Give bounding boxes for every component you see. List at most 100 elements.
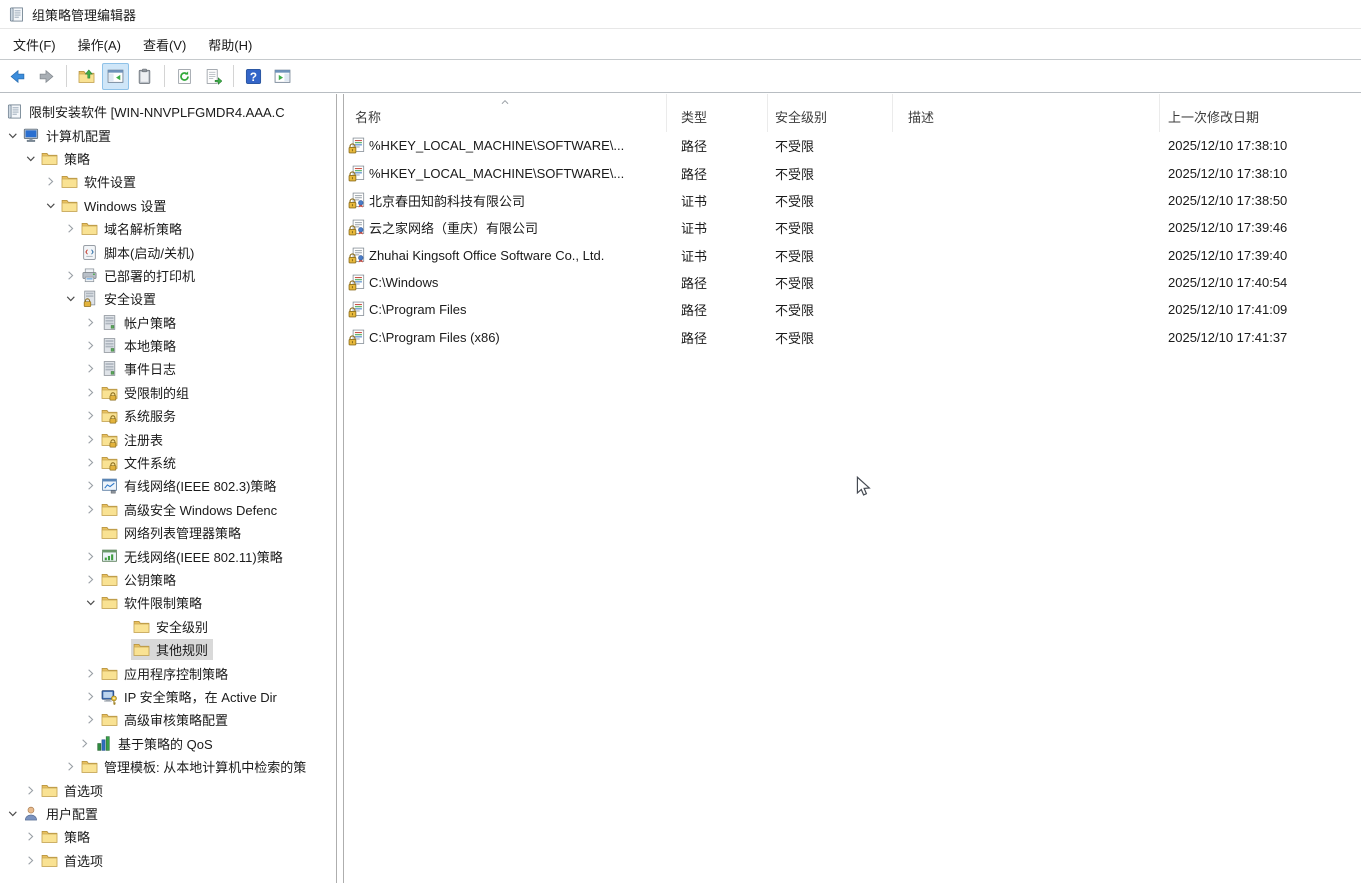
tree-item[interactable]: 脚本(启动/关机) bbox=[0, 240, 336, 263]
tree-expander-closed[interactable] bbox=[82, 477, 99, 494]
tree-item[interactable]: 安全级别 bbox=[0, 615, 336, 638]
tree-item[interactable]: 策略 bbox=[0, 147, 336, 170]
table-row[interactable]: C:\Program Files 路径 不受限 2025/12/10 17:41:09 bbox=[344, 296, 1361, 323]
table-row[interactable]: 云之家网络（重庆）有限公司 证书 不受限 2025/12/10 17:39:46 bbox=[344, 214, 1361, 241]
tree-expander-open[interactable] bbox=[4, 805, 21, 822]
tree-item[interactable]: 安全设置 bbox=[0, 287, 336, 310]
tree-item[interactable]: 域名解析策略 bbox=[0, 217, 336, 240]
table-row[interactable]: C:\Program Files (x86) 路径 不受限 2025/12/10 17… bbox=[344, 323, 1361, 350]
tree-expander-closed[interactable] bbox=[62, 220, 79, 237]
menu-view[interactable]: 查看(V) bbox=[132, 30, 197, 59]
tree-item[interactable]: 帐户策略 bbox=[0, 311, 336, 334]
table-row[interactable]: %HKEY_LOCAL_MACHINE\SOFTWARE\... 路径 不受限 202… bbox=[344, 132, 1361, 159]
tree-item[interactable]: 文件系统 bbox=[0, 451, 336, 474]
tree-item[interactable]: 事件日志 bbox=[0, 357, 336, 380]
toolbar-properties-button[interactable] bbox=[131, 63, 158, 90]
tree-expander-closed[interactable] bbox=[62, 267, 79, 284]
toolbar-export-list-button[interactable] bbox=[200, 63, 227, 90]
tree-item[interactable]: 有线网络(IEEE 802.3)策略 bbox=[0, 474, 336, 497]
tree-item[interactable]: Windows 设置 bbox=[0, 194, 336, 217]
tree-item[interactable]: 注册表 bbox=[0, 427, 336, 450]
tree-item-label: 应用程序控制策略 bbox=[124, 666, 229, 682]
toolbar-show-console-tree-button[interactable] bbox=[102, 62, 129, 90]
toolbar-forward-button[interactable] bbox=[33, 63, 60, 90]
tree-expander-closed[interactable] bbox=[82, 384, 99, 401]
chevron-right-icon bbox=[23, 829, 38, 844]
table-row[interactable]: C:\Windows 路径 不受限 2025/12/10 17:40:54 bbox=[344, 269, 1361, 296]
tree-expander-closed[interactable] bbox=[22, 782, 39, 799]
tree-expander-closed[interactable] bbox=[76, 735, 93, 752]
tree-expander-open[interactable] bbox=[4, 127, 21, 144]
tree-expander-closed[interactable] bbox=[22, 828, 39, 845]
column-header-last_modified[interactable]: 上一次修改日期 bbox=[1160, 94, 1361, 132]
tree-expander-closed[interactable] bbox=[62, 758, 79, 775]
tree-item[interactable]: 用户配置 bbox=[0, 802, 336, 825]
tree-item[interactable]: 受限制的组 bbox=[0, 381, 336, 404]
tree-item-label: 有线网络(IEEE 802.3)策略 bbox=[124, 479, 277, 495]
menu-file[interactable]: 文件(F) bbox=[2, 30, 67, 59]
tree-expander-open[interactable] bbox=[62, 290, 79, 307]
table-row[interactable]: 北京春田知韵科技有限公司 证书 不受限 2025/12/10 17:38:50 bbox=[344, 187, 1361, 214]
tree-expander-closed[interactable] bbox=[82, 314, 99, 331]
tree-item[interactable]: 网络列表管理器策略 bbox=[0, 521, 336, 544]
tree-item[interactable]: 高级安全 Windows Defenc bbox=[0, 498, 336, 521]
tree-item[interactable]: IP 安全策略，在 Active Dir bbox=[0, 685, 336, 708]
tree-expander-closed[interactable] bbox=[82, 571, 99, 588]
tree-item[interactable]: 首选项 bbox=[0, 778, 336, 801]
folder-icon bbox=[61, 173, 78, 190]
tree-item[interactable]: 基于策略的 QoS bbox=[0, 732, 336, 755]
tree-item[interactable]: 无线网络(IEEE 802.11)策略 bbox=[0, 544, 336, 567]
column-header-type[interactable]: 类型 bbox=[667, 94, 768, 132]
tree-item[interactable]: 本地策略 bbox=[0, 334, 336, 357]
tree-item[interactable]: 计算机配置 bbox=[0, 123, 336, 146]
tree-item[interactable]: 已部署的打印机 bbox=[0, 264, 336, 287]
tree-expander-closed[interactable] bbox=[42, 173, 59, 190]
tree-item[interactable]: 高级审核策略配置 bbox=[0, 708, 336, 731]
table-row[interactable]: Zhuhai Kingsoft Office Software Co., Ltd… bbox=[344, 241, 1361, 268]
table-row[interactable]: %HKEY_LOCAL_MACHINE\SOFTWARE\... 路径 不受限 202… bbox=[344, 159, 1361, 186]
toolbar-back-button[interactable] bbox=[4, 63, 31, 90]
tree-expander-closed[interactable] bbox=[82, 688, 99, 705]
tree-item[interactable]: 首选项 bbox=[0, 849, 336, 872]
column-header-security_level[interactable]: 安全级别 bbox=[768, 94, 893, 132]
tree-expander-closed[interactable] bbox=[82, 711, 99, 728]
column-header-name[interactable]: 名称 bbox=[344, 94, 667, 132]
column-header-description[interactable]: 描述 bbox=[893, 94, 1160, 132]
toolbar-refresh-button[interactable] bbox=[171, 63, 198, 90]
tree-expander-closed[interactable] bbox=[82, 360, 99, 377]
toolbar-up-one-level-button[interactable] bbox=[73, 63, 100, 90]
content-area: 限制安装软件 [WIN-NNVPLFGMDR4.AAA.C 计算机配置 策略 软件设置… bbox=[0, 94, 1361, 883]
menu-help[interactable]: 帮助(H) bbox=[197, 30, 263, 59]
tree-item[interactable]: 策略 bbox=[0, 825, 336, 848]
tree-item[interactable]: 公钥策略 bbox=[0, 568, 336, 591]
chevron-right-icon bbox=[83, 666, 98, 681]
tree-expander-open[interactable] bbox=[42, 197, 59, 214]
tree-expander-closed[interactable] bbox=[82, 407, 99, 424]
tree-item[interactable]: 应用程序控制策略 bbox=[0, 661, 336, 684]
tree-expander-closed[interactable] bbox=[22, 852, 39, 869]
tree-expander-open[interactable] bbox=[82, 594, 99, 611]
tree-item-label: 管理模板: 从本地计算机中检索的策 bbox=[104, 760, 307, 776]
tree-expander-closed[interactable] bbox=[82, 501, 99, 518]
doc-lock-icon bbox=[348, 329, 365, 346]
tree-expander-closed[interactable] bbox=[82, 431, 99, 448]
tree-item[interactable]: 软件限制策略 bbox=[0, 591, 336, 614]
menu-action[interactable]: 操作(A) bbox=[67, 30, 132, 59]
toolbar-show-action-pane-button[interactable] bbox=[269, 63, 296, 90]
tree-expander-open[interactable] bbox=[22, 150, 39, 167]
tree-item[interactable]: 管理模板: 从本地计算机中检索的策 bbox=[0, 755, 336, 778]
chevron-down-icon bbox=[23, 151, 38, 166]
cell-security_level: 不受限 bbox=[775, 303, 815, 319]
cell-type: 路径 bbox=[681, 166, 708, 182]
tree-item[interactable]: 其他规则 bbox=[0, 638, 336, 661]
arrow-left-icon bbox=[9, 68, 26, 85]
tree-item[interactable]: 系统服务 bbox=[0, 404, 336, 427]
tree-expander-closed[interactable] bbox=[82, 548, 99, 565]
tree-expander-closed[interactable] bbox=[82, 454, 99, 471]
tree-expander-closed[interactable] bbox=[82, 337, 99, 354]
toolbar-help-button[interactable] bbox=[240, 63, 267, 90]
tree-item[interactable]: 软件设置 bbox=[0, 170, 336, 193]
rule-name: 云之家网络（重庆）有限公司 bbox=[369, 221, 539, 237]
tree-expander-closed[interactable] bbox=[82, 665, 99, 682]
tree-item[interactable]: 限制安装软件 [WIN-NNVPLFGMDR4.AAA.C bbox=[0, 100, 336, 123]
